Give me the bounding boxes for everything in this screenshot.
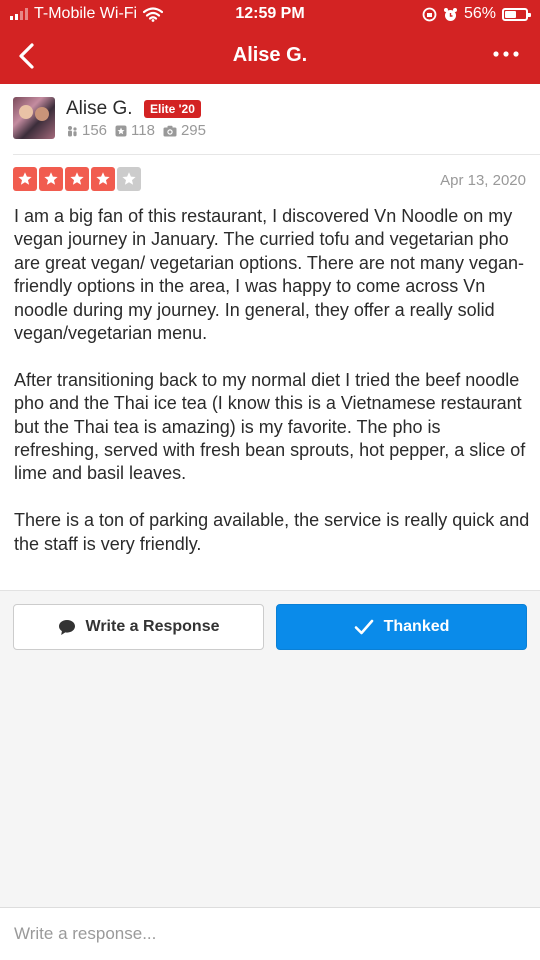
action-bar: Write a Response Thanked [0, 590, 540, 660]
battery-percent: 56% [463, 5, 496, 22]
reviewer-stats: 156 118 295 [66, 122, 210, 139]
review-paragraph: There is a ton of parking available, the… [14, 510, 530, 554]
nav-bar: Alise G. [0, 30, 540, 84]
write-response-label: Write a Response [85, 618, 220, 635]
page-title: Alise G. [232, 44, 308, 66]
more-options-icon[interactable] [492, 40, 520, 72]
alarm-icon [443, 7, 457, 21]
star-filled-icon [13, 167, 37, 191]
speech-bubble-icon [58, 619, 75, 635]
camera-icon [163, 125, 177, 136]
thanked-label: Thanked [383, 618, 450, 635]
thanked-button[interactable]: Thanked [276, 604, 527, 650]
review-card: Alise G. Elite '20 156 118 295 Apr 13, 2… [0, 84, 540, 590]
checkmark-icon [354, 619, 373, 635]
status-bar: T-Mobile Wi-Fi 12:59 PM 56% [0, 0, 540, 30]
reviews-count: 118 [131, 122, 155, 139]
friends-count: 156 [82, 122, 108, 139]
elite-badge: Elite '20 [144, 100, 201, 118]
review-date: Apr 13, 2020 [440, 172, 526, 189]
status-right: 56% [422, 5, 531, 23]
reviewer-name[interactable]: Alise G. [66, 98, 133, 120]
response-input[interactable] [0, 908, 540, 960]
response-composer [0, 907, 540, 960]
friends-icon [68, 125, 77, 136]
avatar[interactable] [13, 97, 55, 139]
write-response-button[interactable]: Write a Response [13, 604, 264, 650]
star-empty-icon [117, 167, 141, 191]
battery-icon [502, 7, 531, 21]
review-paragraph: I am a big fan of this restaurant, I dis… [14, 206, 524, 344]
review-paragraph: After transitioning back to my normal di… [14, 369, 526, 484]
battery-fill [505, 10, 516, 18]
review-text: I am a big fan of this restaurant, I dis… [14, 205, 530, 556]
star-rating [13, 167, 141, 191]
photos-count: 295 [180, 122, 206, 139]
star-filled-icon [65, 167, 89, 191]
review-count-icon [115, 125, 127, 136]
star-filled-icon [91, 167, 115, 191]
divider [13, 154, 540, 155]
orientation-lock-icon [422, 7, 437, 21]
star-filled-icon [39, 167, 63, 191]
